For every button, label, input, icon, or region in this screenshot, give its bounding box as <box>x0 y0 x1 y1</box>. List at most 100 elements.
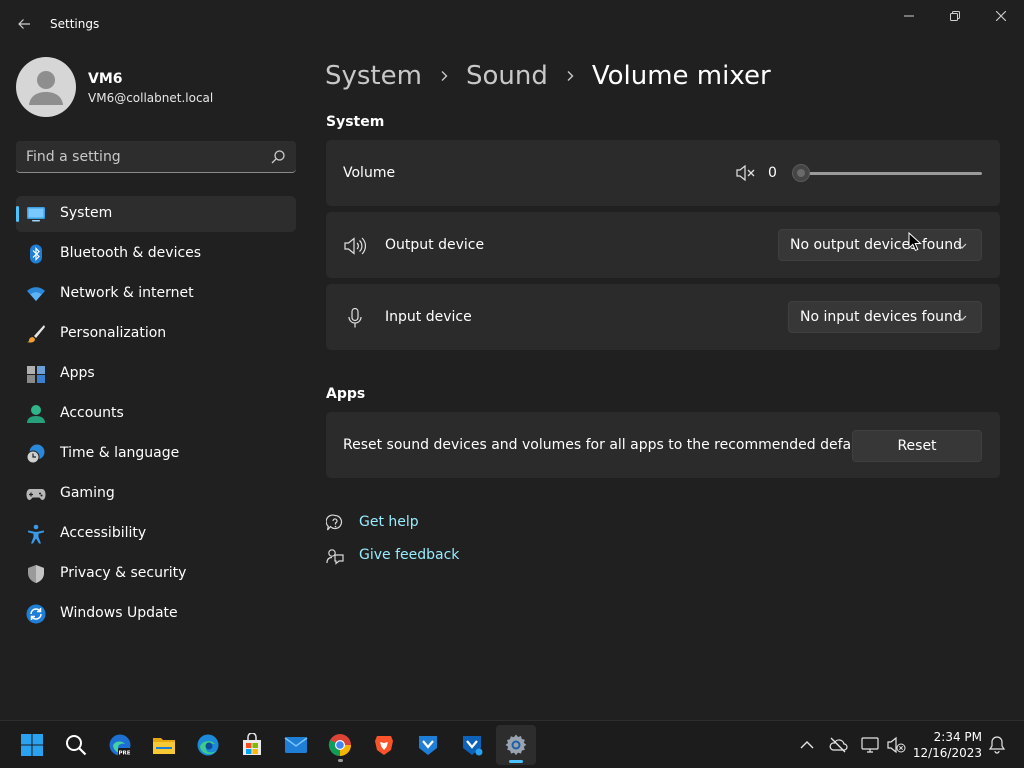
volume-slider[interactable] <box>792 164 982 182</box>
volume-muted-icon[interactable] <box>886 735 906 755</box>
breadcrumb-system[interactable]: System <box>325 61 422 91</box>
taskbar-chrome[interactable] <box>320 725 360 765</box>
reset-button[interactable]: Reset <box>852 430 982 462</box>
sidebar-item-apps[interactable]: Apps <box>16 356 296 392</box>
taskbar: PRE 2:34 PM 12/16/2023 <box>0 720 1024 768</box>
close-icon <box>996 11 1006 21</box>
system-icon <box>27 207 45 222</box>
sidebar-item-bluetooth-devices[interactable]: Bluetooth & devices <box>16 236 296 272</box>
give-feedback-link[interactable]: Give feedback <box>326 546 459 566</box>
output-device-dropdown[interactable]: No output devices found <box>778 229 982 261</box>
mute-icon[interactable] <box>736 165 756 181</box>
mouse-cursor-icon <box>908 232 922 252</box>
selection-indicator <box>16 206 19 222</box>
microphone-icon <box>348 308 362 328</box>
chevron-right-icon <box>567 71 574 81</box>
accessibility-icon <box>28 524 44 544</box>
sidebar-item-system[interactable]: System <box>16 196 296 232</box>
sidebar-item-accounts[interactable]: Accounts <box>16 396 296 432</box>
sidebar-item-gaming[interactable]: Gaming <box>16 476 296 512</box>
clock-time: 2:34 PM <box>933 730 982 744</box>
network-icon[interactable] <box>860 735 880 755</box>
output-device-card: Output device No output devices found <box>326 212 1000 278</box>
user-profile[interactable]: VM6 VM6@collabnet.local <box>16 57 296 117</box>
sidebar-item-label: Network & internet <box>60 285 194 301</box>
taskbar-brave[interactable] <box>364 725 404 765</box>
onedrive-offline-icon[interactable] <box>828 735 848 755</box>
active-indicator <box>509 760 523 763</box>
svg-text:PRE: PRE <box>118 750 130 756</box>
vmware-alt-icon <box>463 736 483 756</box>
section-title-apps: Apps <box>326 386 366 402</box>
minimize-button[interactable] <box>886 0 932 32</box>
volume-card: Volume 0 <box>326 140 1000 206</box>
sidebar-item-personalization[interactable]: Personalization <box>16 316 296 352</box>
sidebar-item-label: Windows Update <box>60 605 178 621</box>
sidebar-item-label: Accounts <box>60 405 124 421</box>
sidebar-item-label: Bluetooth & devices <box>60 245 202 261</box>
page-title: Volume mixer <box>591 61 771 91</box>
volume-slider-thumb[interactable] <box>792 164 810 182</box>
clock-date: 12/16/2023 <box>912 746 982 760</box>
maximize-button[interactable] <box>932 0 978 32</box>
wifi-icon <box>27 287 45 301</box>
feedback-icon <box>326 549 344 565</box>
input-device-dropdown[interactable]: No input devices found <box>788 301 982 333</box>
volume-value: 0 <box>768 165 777 181</box>
search-input[interactable] <box>26 141 266 172</box>
person-icon <box>29 71 63 105</box>
breadcrumb: System Sound Volume mixer <box>325 58 771 94</box>
restore-icon <box>950 11 960 21</box>
get-help-link[interactable]: Get help <box>326 513 419 533</box>
input-device-label: Input device <box>385 309 472 325</box>
taskbar-clock[interactable]: 2:34 PM 12/16/2023 <box>912 729 982 761</box>
sidebar-item-privacy-security[interactable]: Privacy & security <box>16 556 296 592</box>
sidebar-item-label: System <box>60 205 113 221</box>
search-icon[interactable] <box>270 149 286 165</box>
gaming-icon <box>26 489 46 500</box>
taskbar-store[interactable] <box>232 725 272 765</box>
sidebar-item-windows-update[interactable]: Windows Update <box>16 596 296 632</box>
taskbar-vmware[interactable] <box>408 725 448 765</box>
minimize-icon <box>904 15 914 17</box>
taskbar-edge-beta[interactable]: PRE <box>100 725 140 765</box>
taskbar-search-button[interactable] <box>56 725 96 765</box>
sidebar-item-accessibility[interactable]: Accessibility <box>16 516 296 552</box>
taskbar-edge[interactable] <box>188 725 228 765</box>
user-name: VM6 <box>88 71 123 87</box>
show-hidden-icons-icon[interactable] <box>797 735 817 755</box>
sidebar-item-time-language[interactable]: Time & language <box>16 436 296 472</box>
sidebar-item-label: Accessibility <box>60 525 147 541</box>
search-box[interactable] <box>16 141 296 173</box>
running-indicator <box>338 759 343 762</box>
notification-bell-icon[interactable] <box>987 735 1007 755</box>
file-explorer-icon <box>153 738 175 754</box>
taskbar-file-explorer[interactable] <box>144 725 184 765</box>
sidebar-item-label: Apps <box>60 365 95 381</box>
sidebar-item-network-internet[interactable]: Network & internet <box>16 276 296 312</box>
start-button[interactable] <box>12 725 52 765</box>
give-feedback-text[interactable]: Give feedback <box>359 547 459 563</box>
user-email: VM6@collabnet.local <box>88 91 214 105</box>
shield-icon <box>28 565 44 583</box>
close-button[interactable] <box>978 0 1024 32</box>
reset-card: Reset sound devices and volumes for all … <box>326 412 1000 478</box>
taskbar-vmware-alt[interactable] <box>452 725 492 765</box>
get-help-text[interactable]: Get help <box>359 514 419 530</box>
mail-icon <box>284 737 308 753</box>
chrome-icon <box>328 734 351 756</box>
taskbar-mail[interactable] <box>276 725 316 765</box>
store-icon <box>243 733 261 755</box>
input-device-card: Input device No input devices found <box>326 284 1000 350</box>
sidebar-item-label: Gaming <box>60 485 115 501</box>
taskbar-settings[interactable] <box>496 725 536 765</box>
back-arrow-icon <box>18 19 30 29</box>
time-language-icon <box>26 444 45 464</box>
back-button[interactable] <box>10 10 38 38</box>
breadcrumb-sound[interactable]: Sound <box>466 61 548 91</box>
accounts-icon <box>27 405 45 423</box>
apps-icon <box>27 366 45 383</box>
help-icon <box>326 514 343 531</box>
edge-beta-icon: PRE <box>109 734 131 756</box>
windows-update-icon <box>26 604 46 624</box>
